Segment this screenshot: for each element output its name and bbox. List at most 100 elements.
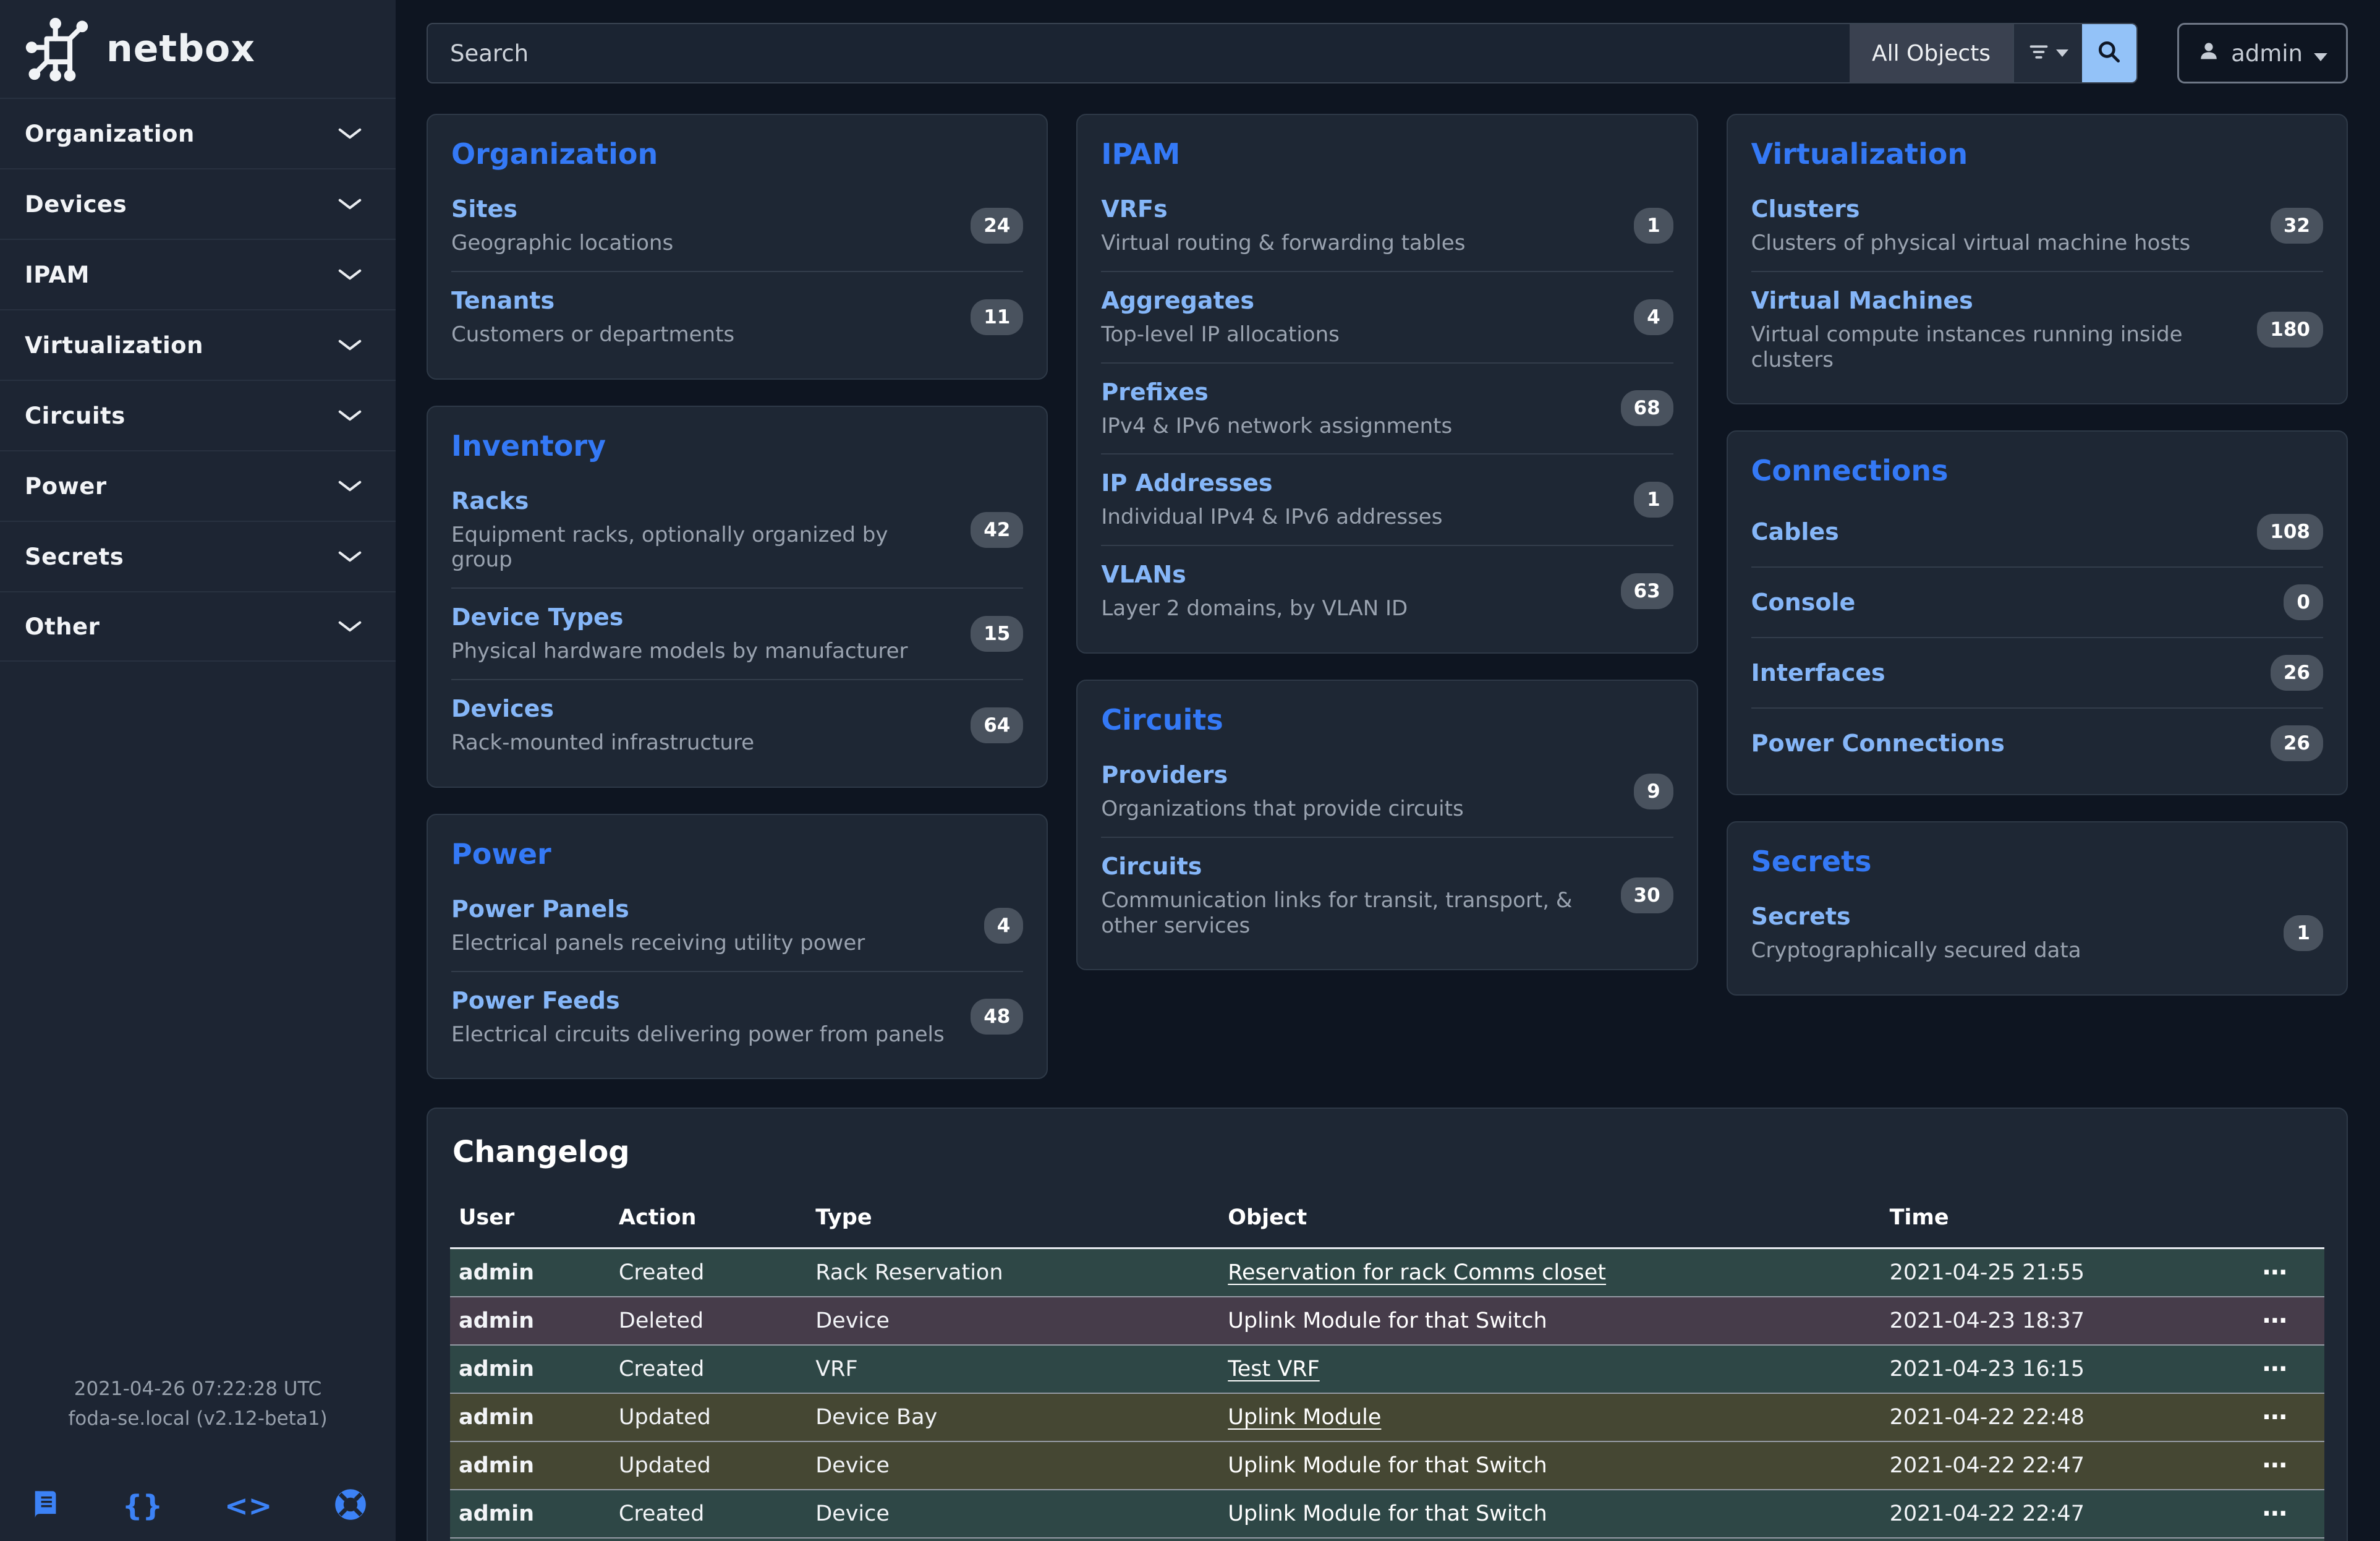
search-input[interactable]: [428, 24, 1850, 82]
cell-action: Created: [619, 1345, 815, 1393]
card-virtualization: Virtualization Clusters Clusters of phys…: [1727, 114, 2348, 404]
stat-link[interactable]: VLANs: [1101, 561, 1186, 588]
stat-link[interactable]: Devices: [451, 695, 554, 722]
stat-description: Electrical circuits delivering power fro…: [451, 1022, 945, 1048]
changelog-table: UserActionTypeObjectTime adminCreatedRac…: [450, 1194, 2324, 1541]
source-code-icon[interactable]: <>: [224, 1489, 272, 1522]
search-filter-button[interactable]: [2013, 24, 2082, 82]
stat-link[interactable]: Power Panels: [451, 895, 629, 923]
object-text: Uplink Module for that Switch: [1228, 1453, 1547, 1478]
object-link[interactable]: Uplink Module: [1228, 1405, 1381, 1430]
count-badge: 0: [2284, 584, 2323, 620]
sidebar-item-other[interactable]: Other: [0, 591, 396, 662]
search-submit-button[interactable]: [2082, 24, 2136, 82]
stat-link[interactable]: Console: [1751, 589, 1856, 616]
dashboard-column: IPAM VRFs Virtual routing & forwarding t…: [1076, 114, 1698, 970]
card-item-list: Clusters Clusters of physical virtual ma…: [1751, 181, 2323, 387]
card-item-vrfs: VRFs Virtual routing & forwarding tables…: [1101, 181, 1673, 271]
row-menu-button[interactable]: ⋯: [2263, 1355, 2289, 1383]
row-menu-button[interactable]: ⋯: [2263, 1258, 2289, 1287]
search-scope-select[interactable]: All Objects: [1850, 24, 2013, 82]
cell-object: Uplink Module for that Switch: [1228, 1297, 1889, 1345]
cell-type: Device: [815, 1441, 1228, 1490]
sidebar-item-devices[interactable]: Devices: [0, 168, 396, 239]
stat-link[interactable]: Providers: [1101, 761, 1228, 788]
cell-action: Created: [619, 1249, 815, 1297]
stat-link[interactable]: Prefixes: [1101, 378, 1208, 406]
sidebar-item-virtualization[interactable]: Virtualization: [0, 309, 396, 380]
sidebar-item-label: Virtualization: [25, 332, 203, 359]
sidebar-menu: Organization Devices IPAM Virtualization: [0, 98, 396, 662]
count-badge: 26: [2271, 725, 2323, 761]
stat-link[interactable]: Sites: [451, 195, 517, 223]
cell-object: Uplink Module for that Switch: [1228, 1441, 1889, 1490]
card-item-cables: Cables 108: [1751, 497, 2323, 566]
cell-user: admin: [450, 1538, 619, 1541]
changelog-column-type: Type: [815, 1194, 1228, 1249]
dashboard: Organization Sites Geographic locations …: [396, 106, 2380, 1541]
stat-link[interactable]: Aggregates: [1101, 287, 1254, 314]
count-badge: 4: [1634, 299, 1673, 335]
card-item-power-panels: Power Panels Electrical panels receiving…: [451, 881, 1023, 971]
sidebar-item-circuits[interactable]: Circuits: [0, 380, 396, 450]
chevron-down-icon: [338, 550, 362, 563]
stat-link[interactable]: Clusters: [1751, 195, 1860, 223]
server-time: 2021-04-26 07:22:28 UTC: [0, 1374, 396, 1404]
stat-link[interactable]: Power Feeds: [451, 987, 620, 1014]
count-badge: 4: [984, 908, 1024, 944]
stat-description: Physical hardware models by manufacturer: [451, 639, 908, 664]
stat-link[interactable]: Cables: [1751, 518, 1839, 545]
count-badge: 15: [971, 616, 1023, 652]
count-badge: 48: [971, 999, 1023, 1035]
stat-link[interactable]: Power Connections: [1751, 730, 2005, 757]
user-menu-button[interactable]: admin: [2177, 23, 2348, 83]
cell-time: 2021-04-22 22:47: [1890, 1441, 2263, 1490]
stat-description: Rack-mounted infrastructure: [451, 730, 754, 756]
card-item-virtual-machines: Virtual Machines Virtual compute instanc…: [1751, 271, 2323, 388]
sidebar-item-ipam[interactable]: IPAM: [0, 239, 396, 309]
support-lifering-icon[interactable]: [334, 1488, 367, 1524]
cell-object: Uplink Module: [1228, 1538, 1889, 1541]
row-menu-button[interactable]: ⋯: [2263, 1307, 2289, 1335]
stat-link[interactable]: Circuits: [1101, 853, 1202, 880]
card-title: Secrets: [1751, 845, 2323, 878]
server-host-version: foda-se.local (v2.12-beta1): [0, 1404, 396, 1433]
stat-link[interactable]: Virtual Machines: [1751, 287, 1973, 314]
sidebar-item-power[interactable]: Power: [0, 450, 396, 521]
row-menu-button[interactable]: ⋯: [2263, 1451, 2289, 1480]
row-menu-button[interactable]: ⋯: [2263, 1500, 2289, 1528]
sidebar-item-secrets[interactable]: Secrets: [0, 521, 396, 591]
count-badge: 32: [2271, 208, 2323, 244]
row-menu-button[interactable]: ⋯: [2263, 1403, 2289, 1432]
stat-description: Electrical panels receiving utility powe…: [451, 931, 865, 956]
stat-link[interactable]: VRFs: [1101, 195, 1167, 223]
card-secrets: Secrets Secrets Cryptographically secure…: [1727, 821, 2348, 996]
card-item-ip-addresses: IP Addresses Individual IPv4 & IPv6 addr…: [1101, 453, 1673, 545]
sidebar-item-organization[interactable]: Organization: [0, 98, 396, 168]
api-braces-icon[interactable]: {}: [122, 1489, 163, 1522]
cell-time: 2021-04-22 22:48: [1890, 1393, 2263, 1441]
stat-link[interactable]: Secrets: [1751, 903, 1851, 930]
changelog-column-time: Time: [1890, 1194, 2263, 1249]
object-link[interactable]: Test VRF: [1228, 1357, 1319, 1381]
object-text: Uplink Module for that Switch: [1228, 1308, 1547, 1333]
stat-link[interactable]: Racks: [451, 487, 529, 514]
stat-link[interactable]: IP Addresses: [1101, 469, 1272, 497]
docs-book-icon[interactable]: [28, 1488, 61, 1523]
stat-link[interactable]: Tenants: [451, 287, 555, 314]
cell-user: admin: [450, 1297, 619, 1345]
cell-object: Test VRF: [1228, 1345, 1889, 1393]
count-badge: 180: [2257, 312, 2323, 348]
card-item-circuits: Circuits Communication links for transit…: [1101, 837, 1673, 954]
brand-logo[interactable]: netbox: [0, 0, 396, 98]
caret-down-icon: [2056, 48, 2068, 59]
stat-link[interactable]: Device Types: [451, 604, 623, 631]
cell-time: 2021-04-25 21:55: [1890, 1249, 2263, 1297]
stat-description: Top-level IP allocations: [1101, 322, 1340, 348]
card-item-vlans: VLANs Layer 2 domains, by VLAN ID 63: [1101, 545, 1673, 636]
stat-description: Cryptographically secured data: [1751, 938, 2081, 963]
stat-link[interactable]: Interfaces: [1751, 659, 1885, 686]
object-link[interactable]: Reservation for rack Comms closet: [1228, 1260, 1606, 1285]
cell-time: 2021-04-23 16:15: [1890, 1345, 2263, 1393]
changelog-column-user: User: [450, 1194, 619, 1249]
